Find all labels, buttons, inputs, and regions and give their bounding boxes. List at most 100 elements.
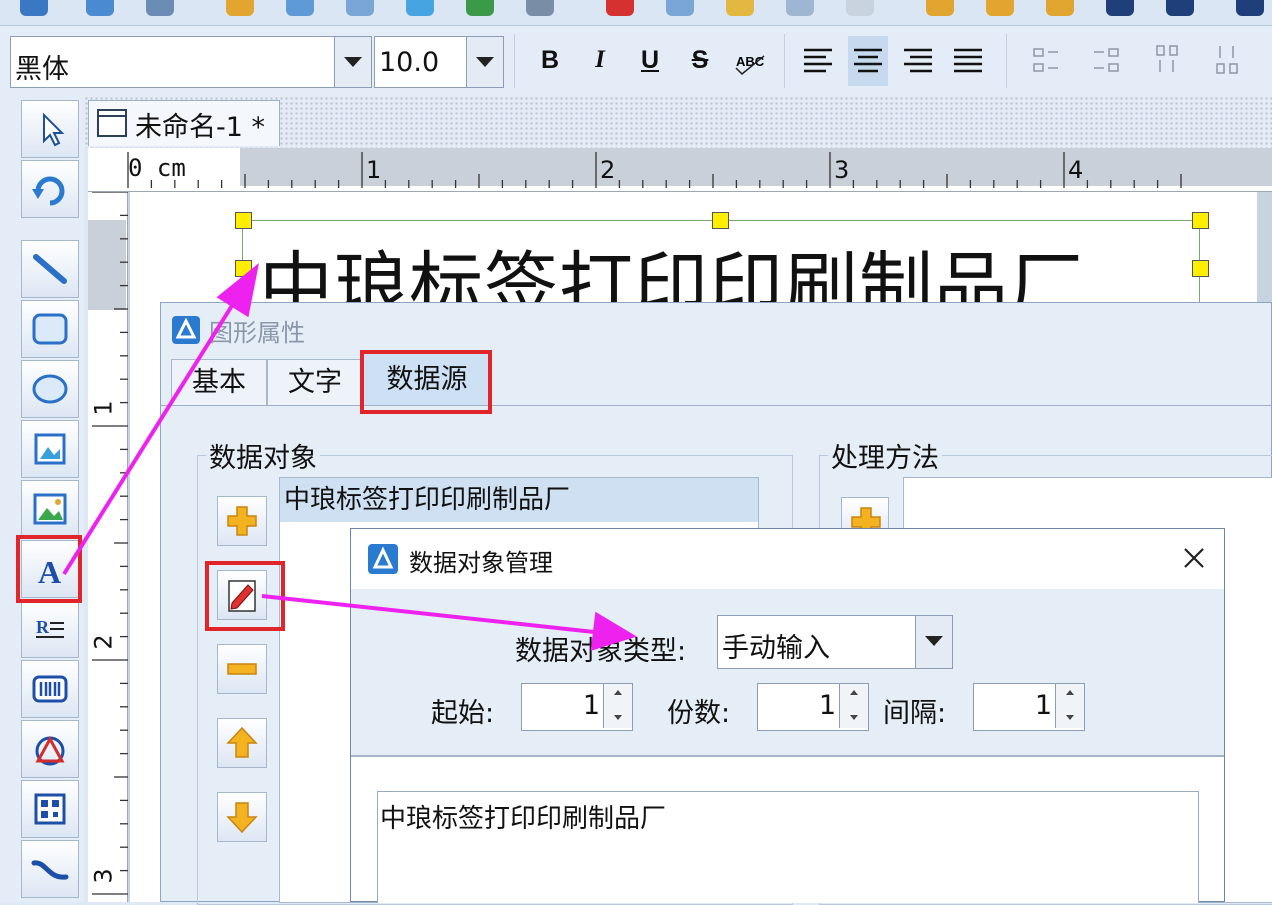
rich-text-icon: R [36, 617, 64, 638]
arrow-down-icon [226, 802, 258, 834]
refresh-icon[interactable] [466, 0, 494, 16]
image-icon [33, 493, 67, 525]
undo-icon[interactable] [786, 0, 814, 16]
align-center-icon [854, 48, 882, 73]
font-name-select[interactable]: 黑体 [10, 36, 372, 88]
open-icon[interactable] [86, 0, 114, 16]
rich-text-tool-button[interactable]: R [21, 600, 79, 658]
database-icon[interactable] [406, 0, 434, 16]
distribute-bottom-button[interactable] [1206, 38, 1246, 82]
align-center-button[interactable] [848, 36, 888, 86]
font-size-select[interactable]: 10.0 [374, 36, 504, 88]
resize-handle[interactable] [1192, 212, 1209, 229]
copies-spinner[interactable]: 1 [757, 683, 869, 731]
chevron-down-icon[interactable] [915, 616, 952, 668]
align-right-button[interactable] [898, 38, 938, 82]
font-size-value: 10.0 [379, 47, 440, 78]
redo-icon[interactable] [846, 0, 874, 16]
rotate-tool-button[interactable] [21, 160, 79, 218]
image-tool-button[interactable] [21, 480, 79, 538]
content-textarea[interactable]: 中琅标签打印印刷制品厂 [377, 791, 1199, 903]
vertical-ruler: 1 2 3 [88, 192, 128, 902]
remove-data-object-button[interactable] [217, 644, 267, 694]
document-tab[interactable]: 未命名-1 * [88, 100, 280, 146]
save-icon[interactable] [146, 0, 174, 16]
spinner-arrows[interactable] [839, 684, 868, 728]
spinner-arrows[interactable] [603, 684, 632, 728]
align-tool-icon[interactable] [926, 0, 954, 16]
justify-button[interactable] [948, 38, 988, 82]
new-file-icon[interactable] [20, 0, 48, 16]
qrcode-tool-button[interactable] [21, 780, 79, 838]
arrow-up-icon [226, 726, 258, 758]
panel-divider [351, 755, 1224, 757]
distribute-left-button[interactable] [1026, 38, 1066, 82]
italic-button[interactable]: I [580, 38, 620, 82]
tab-divider [161, 405, 1271, 406]
highlight-edit-button [205, 561, 285, 631]
image-frame-tool-button[interactable] [21, 420, 79, 478]
align-tool-3-icon[interactable] [1046, 0, 1074, 16]
interval-spinner[interactable]: 1 [973, 683, 1085, 731]
line-icon [33, 254, 67, 284]
spinner-arrows[interactable] [1055, 684, 1084, 728]
data-object-type-value: 手动输入 [722, 633, 830, 664]
distribute-right-button[interactable] [1086, 38, 1126, 82]
ellipse-tool-button[interactable] [21, 360, 79, 418]
move-down-icon[interactable] [1106, 0, 1134, 16]
strikethrough-button[interactable]: S [680, 38, 720, 82]
barcode-tool-button[interactable] [21, 660, 79, 718]
move-up-icon[interactable] [1166, 0, 1194, 16]
tab-basic[interactable]: 基本 [171, 359, 267, 406]
tab-text[interactable]: 文字 [267, 359, 363, 406]
resize-handle[interactable] [712, 212, 729, 229]
interval-value: 1 [1034, 690, 1052, 721]
data-objects-title: 数据对象 [206, 436, 320, 475]
rounded-rect-tool-button[interactable] [21, 300, 79, 358]
paste-icon[interactable] [726, 0, 754, 16]
move-up-button[interactable] [217, 718, 267, 768]
rounded-rectangle-icon [32, 313, 68, 345]
line-tool-button[interactable] [21, 240, 79, 298]
preview-icon[interactable] [346, 0, 374, 16]
underline-button[interactable]: U [630, 38, 670, 82]
close-icon[interactable] [1179, 543, 1209, 573]
bring-front-icon[interactable] [1236, 0, 1264, 16]
document-window-icon [97, 109, 127, 137]
chevron-down-icon[interactable] [334, 37, 371, 87]
copies-value: 1 [818, 690, 836, 721]
grid-icon[interactable] [526, 0, 554, 16]
dialog-title: 图形属性 [209, 319, 305, 347]
add-data-object-button[interactable] [217, 496, 267, 546]
distribute-bottom-icon [1216, 46, 1238, 74]
abc-icon: ABC [735, 54, 765, 76]
horizontal-ruler: 0 cm 1 2 3 4 [88, 148, 1272, 192]
select-tool-button[interactable] [21, 100, 79, 158]
pointer-icon [43, 112, 65, 147]
move-down-button[interactable] [217, 792, 267, 842]
align-left-button[interactable] [798, 38, 838, 82]
cut-icon[interactable] [606, 0, 634, 16]
data-object-type-select[interactable]: 手动输入 [717, 615, 953, 669]
resize-handle[interactable] [235, 260, 252, 277]
align-tool-2-icon[interactable] [986, 0, 1014, 16]
print-icon[interactable] [286, 0, 314, 16]
highlight-text-tool [16, 535, 82, 603]
start-spinner[interactable]: 1 [521, 683, 633, 731]
spell-check-button[interactable]: ABC [730, 38, 770, 82]
copies-label: 份数: [667, 698, 731, 729]
main-toolbar [0, 0, 1272, 26]
align-left-icon [804, 48, 832, 73]
resize-handle[interactable] [1192, 260, 1209, 277]
minus-icon [227, 663, 257, 675]
distribute-top-button[interactable] [1146, 38, 1186, 82]
shape-tool-button[interactable] [21, 720, 79, 778]
data-object-type-label: 数据对象类型: [515, 636, 687, 667]
curve-tool-button[interactable] [21, 840, 79, 898]
bold-button[interactable]: B [530, 38, 570, 82]
list-item[interactable]: 中琅标签打印印刷制品厂 [280, 478, 758, 522]
copy-icon[interactable] [666, 0, 694, 16]
chevron-down-icon[interactable] [466, 37, 503, 87]
settings-icon[interactable] [226, 0, 254, 16]
resize-handle[interactable] [235, 212, 252, 229]
